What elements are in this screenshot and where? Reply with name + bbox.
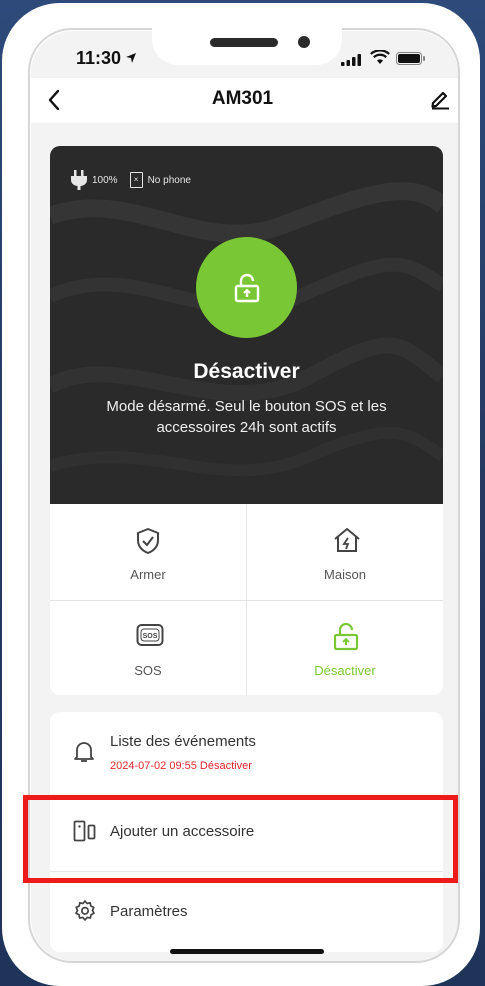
battery-icon — [396, 52, 425, 65]
location-arrow-icon — [126, 53, 136, 63]
unlocked-padlock-icon — [234, 273, 259, 302]
home-indicator[interactable] — [170, 949, 324, 954]
current-mode-description: Mode désarmé. Seul le bouton SOS et les … — [106, 398, 387, 436]
shield-check-icon — [137, 528, 159, 554]
home-icon — [334, 528, 360, 552]
mode-sos-label: SOS — [134, 663, 162, 678]
mode-sos-button[interactable]: SOS SOS — [50, 601, 246, 696]
current-mode-title: Désactiver — [193, 360, 300, 383]
battery-level: 100% — [92, 174, 118, 186]
events-list-label: Liste des événements — [110, 733, 256, 750]
disarm-status-button[interactable] — [196, 237, 297, 338]
page-title: AM301 — [211, 88, 274, 109]
highlight-box — [23, 795, 458, 883]
bell-icon — [74, 742, 94, 762]
status-time: 11:30 — [76, 48, 122, 68]
mode-home-label: Maison — [324, 567, 366, 582]
last-event-text: 2024-07-02 09:55 Désactiver — [110, 760, 252, 772]
wifi-icon — [370, 50, 390, 64]
cellular-signal-icon — [341, 54, 361, 66]
events-list-item[interactable]: Liste des événements 2024-07-02 09:55 Dé… — [50, 726, 443, 796]
sos-icon-text: SOS — [143, 633, 158, 640]
gear-icon — [75, 900, 95, 921]
power-plug-icon — [71, 170, 87, 190]
device-status-row: 100% × No phone — [70, 170, 191, 190]
phone-status: No phone — [147, 174, 191, 186]
no-phone-icon: × — [129, 172, 143, 188]
settings-item[interactable]: Paramètres — [50, 885, 443, 937]
mode-arm-label: Armer — [130, 567, 166, 582]
unlocked-padlock-icon — [333, 623, 359, 651]
mode-home-button[interactable]: Maison — [247, 505, 443, 600]
edit-pencil-icon[interactable] — [429, 88, 451, 110]
settings-label: Paramètres — [110, 903, 188, 920]
mode-disarm-label: Désactiver — [314, 663, 376, 678]
mode-disarm-button[interactable]: Désactiver — [247, 601, 443, 696]
speaker — [210, 38, 278, 47]
sos-icon: SOS — [136, 624, 164, 646]
camera — [298, 36, 310, 48]
mode-arm-button[interactable]: Armer — [50, 505, 246, 600]
